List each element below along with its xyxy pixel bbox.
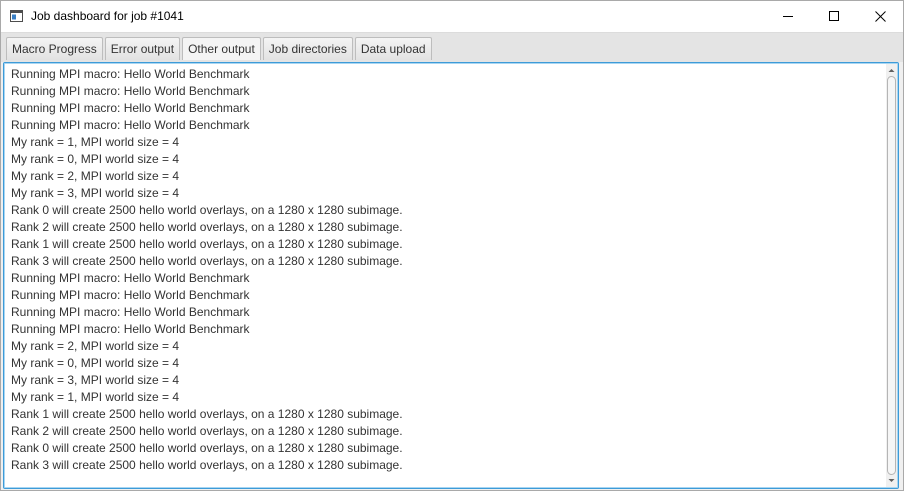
- log-line: Rank 0 will create 2500 hello world over…: [11, 203, 403, 217]
- tab-bar: Macro Progress Error output Other output…: [1, 32, 903, 62]
- log-line: Rank 0 will create 2500 hello world over…: [11, 441, 403, 455]
- log-line: Running MPI macro: Hello World Benchmark: [11, 305, 250, 319]
- log-line: Rank 3 will create 2500 hello world over…: [11, 458, 403, 472]
- window-title: Job dashboard for job #1041: [31, 9, 184, 23]
- minimize-icon: [783, 16, 793, 17]
- log-line: Rank 1 will create 2500 hello world over…: [11, 237, 403, 251]
- log-line: Running MPI macro: Hello World Benchmark: [11, 118, 250, 132]
- tab-other-output[interactable]: Other output: [182, 37, 261, 60]
- scrollbar-thumb[interactable]: [887, 76, 896, 475]
- output-log: Running MPI macro: Hello World Benchmark…: [11, 66, 881, 474]
- log-line: Running MPI macro: Hello World Benchmark: [11, 84, 250, 98]
- log-line: Running MPI macro: Hello World Benchmark: [11, 67, 250, 81]
- log-line: My rank = 0, MPI world size = 4: [11, 152, 180, 166]
- title-bar[interactable]: Job dashboard for job #1041: [1, 1, 903, 32]
- log-line: Running MPI macro: Hello World Benchmark: [11, 271, 250, 285]
- log-line: Running MPI macro: Hello World Benchmark: [11, 101, 250, 115]
- minimize-button[interactable]: [765, 1, 811, 32]
- close-button[interactable]: [857, 1, 903, 32]
- tab-job-directories[interactable]: Job directories: [262, 37, 353, 60]
- log-line: Rank 2 will create 2500 hello world over…: [11, 424, 403, 438]
- maximize-button[interactable]: [811, 1, 857, 32]
- log-line: My rank = 2, MPI world size = 4: [11, 169, 180, 183]
- log-line: Running MPI macro: Hello World Benchmark: [11, 322, 250, 336]
- job-dashboard-window: Job dashboard for job #1041 Macro Progre…: [0, 0, 904, 491]
- log-line: Running MPI macro: Hello World Benchmark: [11, 288, 250, 302]
- scroll-up-arrow-icon[interactable]: [888, 67, 895, 74]
- log-line: My rank = 3, MPI world size = 4: [11, 373, 180, 387]
- close-icon: [875, 11, 886, 22]
- log-line: My rank = 1, MPI world size = 4: [11, 135, 180, 149]
- tab-macro-progress[interactable]: Macro Progress: [6, 37, 103, 60]
- log-line: My rank = 1, MPI world size = 4: [11, 390, 180, 404]
- tab-error-output[interactable]: Error output: [104, 37, 181, 60]
- log-line: My rank = 0, MPI world size = 4: [11, 356, 180, 370]
- log-line: Rank 2 will create 2500 hello world over…: [11, 220, 403, 234]
- log-line: Rank 1 will create 2500 hello world over…: [11, 407, 403, 421]
- output-text-area[interactable]: Running MPI macro: Hello World Benchmark…: [3, 62, 899, 489]
- maximize-icon: [829, 11, 839, 21]
- tab-list: Macro Progress Error output Other output…: [6, 37, 434, 61]
- log-line: My rank = 2, MPI world size = 4: [11, 339, 180, 353]
- tab-data-upload[interactable]: Data upload: [354, 37, 432, 60]
- scroll-down-arrow-icon[interactable]: [888, 477, 895, 484]
- window-app-icon: [10, 10, 23, 22]
- log-line: My rank = 3, MPI world size = 4: [11, 186, 180, 200]
- vertical-scrollbar[interactable]: [886, 64, 897, 487]
- log-line: Rank 3 will create 2500 hello world over…: [11, 254, 403, 268]
